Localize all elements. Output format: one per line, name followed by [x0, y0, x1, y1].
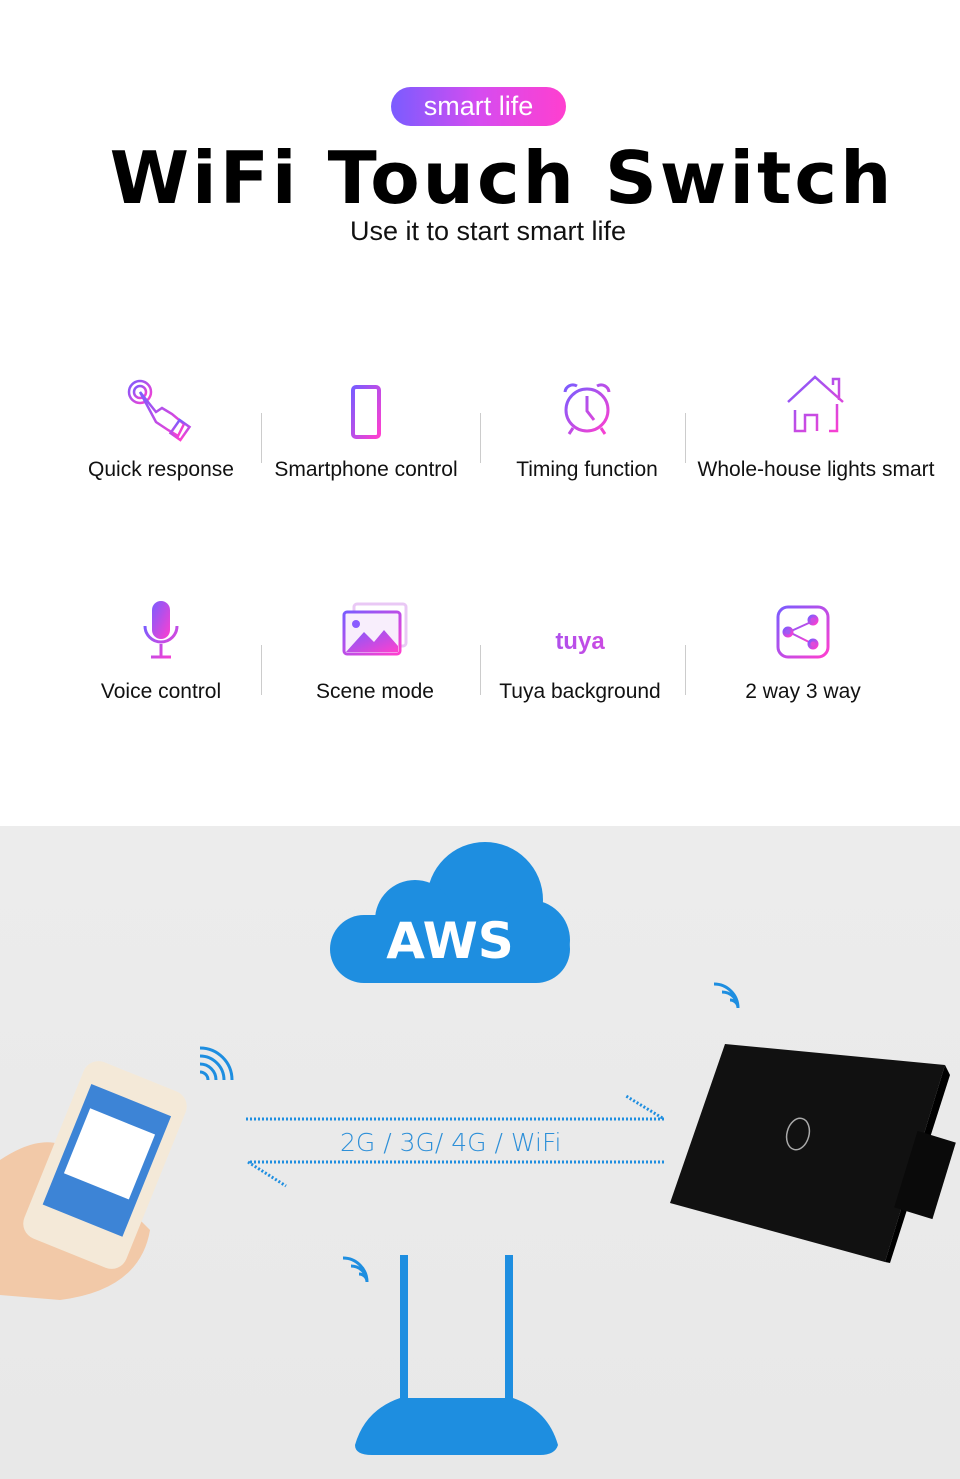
tuya-logo: tuya [460, 628, 700, 658]
feature-whole-house: Whole-house lights smart [696, 374, 936, 481]
touch-hand-icon [127, 379, 192, 442]
alarm-clock-icon [563, 383, 611, 435]
touch-switch-illustration [670, 1044, 956, 1263]
protocol-label: 2G / 3G/ 4G / WiFi [340, 1128, 562, 1157]
feature-2way-3way: 2 way 3 way [683, 604, 923, 703]
feature-tuya-background: tuya Tuya background [460, 628, 700, 703]
feature-timing-function: Timing function [467, 380, 707, 481]
image-icon [342, 602, 408, 656]
feature-scene-mode: Scene mode [255, 602, 495, 703]
house-icon [787, 375, 844, 433]
feature-smartphone-control: Smartphone control [246, 384, 486, 481]
page-subtitle: Use it to start smart life [349, 216, 627, 246]
share-icon [776, 605, 830, 659]
smart-life-badge: smart life [391, 87, 566, 126]
feature-voice-control: Voice control [41, 600, 281, 703]
page-title: WiFi Touch Switch [109, 136, 895, 220]
router-icon [355, 1255, 558, 1455]
hand-phone-illustration [0, 1061, 187, 1300]
divider [685, 413, 686, 463]
microphone-icon [143, 601, 179, 659]
smartphone-icon [351, 385, 381, 439]
aws-label: AWS [386, 912, 514, 970]
feature-quick-response: Quick response [41, 378, 281, 481]
